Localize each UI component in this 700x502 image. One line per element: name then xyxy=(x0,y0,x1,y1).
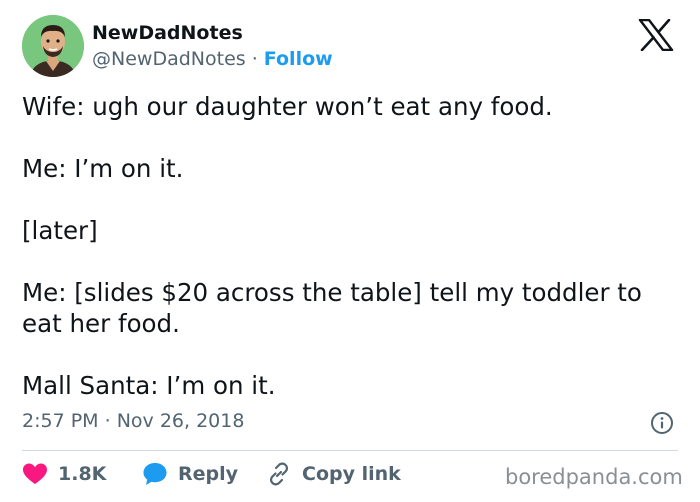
avatar[interactable] xyxy=(22,15,84,77)
heart-icon xyxy=(23,463,47,484)
link-icon xyxy=(269,462,289,486)
author-handle[interactable]: @NewDadNotes xyxy=(92,48,246,70)
tweet-line: [later] xyxy=(22,216,98,245)
tweet-date: Nov 26, 2018 xyxy=(116,410,245,432)
like-button[interactable]: 1.8K xyxy=(22,461,106,487)
reply-label: Reply xyxy=(178,463,239,485)
timestamp-separator: · xyxy=(104,410,111,432)
author-name[interactable]: NewDadNotes xyxy=(92,22,243,44)
info-icon[interactable] xyxy=(650,411,674,435)
tweet-line: Me: [slides $20 across the table] tell m… xyxy=(22,278,642,338)
tweet-time: 2:57 PM xyxy=(22,410,99,432)
tweet-line: Wife: ugh our daughter won’t eat any foo… xyxy=(22,92,553,121)
avatar-illustration xyxy=(22,15,84,77)
author-handle-row: @NewDadNotes · Follow xyxy=(92,48,333,70)
divider xyxy=(22,450,678,451)
tweet-text: Wife: ugh our daughter won’t eat any foo… xyxy=(22,91,682,401)
handle-separator: · xyxy=(251,48,258,70)
copy-link-button[interactable]: Copy link xyxy=(266,461,401,487)
tweet-timestamp[interactable]: 2:57 PM · Nov 26, 2018 xyxy=(22,410,244,432)
follow-button[interactable]: Follow xyxy=(264,48,333,70)
like-count: 1.8K xyxy=(58,463,107,485)
x-logo-icon[interactable] xyxy=(638,18,674,52)
tweet-line: Mall Santa: I’m on it. xyxy=(22,371,276,400)
reply-button[interactable]: Reply xyxy=(142,461,238,487)
copy-link-label: Copy link xyxy=(302,463,401,485)
tweet-line: Me: I’m on it. xyxy=(22,154,184,183)
watermark: boredpanda.com xyxy=(505,465,683,489)
speech-bubble-icon xyxy=(143,463,167,485)
